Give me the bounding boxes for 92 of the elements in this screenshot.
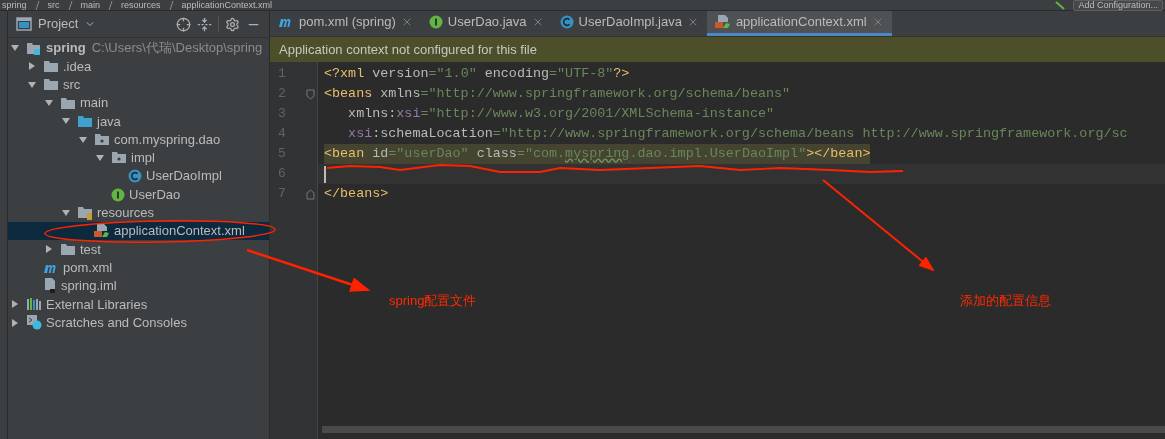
tree-item[interactable]: com.myspring.dao: [8, 130, 269, 149]
folder-icon: [43, 59, 59, 73]
item-label: src: [63, 76, 81, 94]
collapsed-arrow-icon[interactable]: [10, 299, 20, 310]
breadcrumb-item[interactable]: main: [80, 0, 101, 10]
source-folder-icon: [77, 114, 93, 128]
item-label: resources: [97, 204, 155, 223]
hammer-icon[interactable]: [1055, 0, 1066, 10]
tree-item[interactable]: spring C:\Users\代瑞\Desktop\spring: [8, 39, 269, 58]
item-label: impl: [131, 149, 155, 168]
tree-item[interactable]: java: [8, 112, 269, 131]
editor-tab[interactable]: UserDao.java: [420, 11, 552, 36]
item-label: com.myspring.dao: [114, 130, 221, 149]
class-icon: [128, 169, 142, 184]
editor-tab[interactable]: UserDaoImpl.java: [551, 11, 707, 36]
tree-item[interactable]: External Libraries: [8, 295, 269, 314]
tree-item[interactable]: spring.iml: [8, 276, 269, 296]
fold-marker-icon[interactable]: [306, 88, 315, 100]
locate-icon[interactable]: [176, 16, 191, 32]
interface-icon: [428, 15, 443, 29]
breadcrumb-item[interactable]: applicationContext.xml: [181, 0, 273, 10]
tree-item[interactable]: resources: [8, 203, 269, 222]
collapsed-arrow-icon[interactable]: [27, 61, 37, 72]
code-line: <?xml version="1.0" encoding="UTF-8"?>: [324, 65, 630, 83]
expanded-arrow-icon[interactable]: [27, 79, 37, 90]
tree-item[interactable]: src: [8, 75, 269, 94]
settings-icon[interactable]: [225, 16, 240, 32]
item-label: spring: [46, 39, 86, 58]
expanded-arrow-icon[interactable]: [95, 152, 105, 163]
tree-item[interactable]: UserDaoImpl: [8, 167, 269, 186]
code-line: xsi:schemaLocation="http://www.springframework.org/schema/beans http://www.springframework.org/sc: [347, 125, 1128, 143]
breadcrumb-item[interactable]: resources: [121, 0, 161, 10]
item-label: UserDao: [129, 185, 181, 204]
separator-icon: [67, 0, 73, 10]
editor-tab[interactable]: pom.xml (spring): [270, 11, 421, 36]
editor-tab[interactable]: applicationContext.xml: [706, 11, 892, 36]
xml-icon: [94, 224, 110, 239]
package-icon: [94, 133, 110, 147]
annotation-text: 添加的配置信息: [960, 292, 1051, 310]
tab-label: applicationContext.xml: [735, 13, 867, 32]
module-path: C:\Users\代瑞\Desktop\spring: [91, 39, 263, 58]
expanded-arrow-icon[interactable]: [78, 134, 88, 145]
tab-label: UserDaoImpl.java: [578, 13, 682, 32]
collapsed-arrow-icon[interactable]: [10, 317, 20, 328]
item-label: spring.iml: [61, 277, 117, 296]
iml-icon: [43, 278, 57, 294]
folder-icon: [60, 96, 76, 110]
class-icon: [559, 15, 574, 29]
item-label: main: [80, 94, 109, 113]
tab-label: pom.xml (spring): [299, 13, 396, 32]
collapsed-arrow-icon[interactable]: [44, 244, 54, 255]
folder-icon: [43, 78, 59, 92]
separator-icon: [108, 0, 114, 10]
item-label: .idea: [63, 57, 92, 76]
fold-marker-icon[interactable]: [306, 188, 315, 200]
tab-label: UserDao.java: [447, 13, 527, 32]
code-line: </beans>: [324, 185, 389, 203]
item-label: java: [97, 112, 121, 131]
code-line: xmlns:xsi="http://www.w3.org/2001/XMLSchema-instance": [347, 105, 774, 123]
scratches-icon: [26, 315, 42, 331]
panel-title: Project: [38, 15, 79, 34]
tree-item[interactable]: impl: [8, 148, 269, 168]
item-label: UserDaoImpl: [146, 167, 222, 186]
separator-icon: [34, 0, 40, 10]
item-label: applicationContext.xml: [114, 222, 245, 241]
add-configuration-button[interactable]: Add Configuration...: [1073, 0, 1163, 11]
notification-banner: Application context not configured for this file: [270, 37, 1165, 62]
item-label: External Libraries: [46, 295, 148, 314]
panel-window-icon: [16, 17, 32, 31]
separator-icon: [168, 0, 174, 10]
tree-item[interactable]: .idea: [8, 57, 269, 76]
item-label: test: [80, 240, 101, 259]
xml-icon: [714, 15, 731, 29]
collapse-all-icon[interactable]: [197, 16, 212, 32]
horizontal-scrollbar[interactable]: [322, 426, 1165, 433]
breadcrumb-item[interactable]: src: [47, 0, 60, 10]
tree-item[interactable]: main: [8, 93, 269, 113]
breadcrumb-item[interactable]: spring: [2, 0, 27, 10]
tree-item[interactable]: Scratches and Consoles: [8, 313, 269, 332]
resources-folder-icon: [77, 205, 93, 220]
item-label: Scratches and Consoles: [46, 313, 187, 332]
module-icon: [26, 41, 42, 56]
expanded-arrow-icon[interactable]: [61, 207, 71, 218]
interface-icon: [111, 187, 125, 202]
tree-item[interactable]: test: [8, 240, 269, 259]
annotation-text: spring配置文件: [389, 292, 477, 310]
libraries-icon: [26, 297, 42, 312]
code-line: <beans xmlns="http://www.springframework.org/schema/beans": [324, 85, 791, 103]
tree-item[interactable]: UserDao: [8, 185, 269, 204]
tree-item[interactable]: pom.xml: [8, 258, 269, 277]
item-label: pom.xml: [63, 258, 113, 277]
package-icon: [111, 151, 127, 165]
